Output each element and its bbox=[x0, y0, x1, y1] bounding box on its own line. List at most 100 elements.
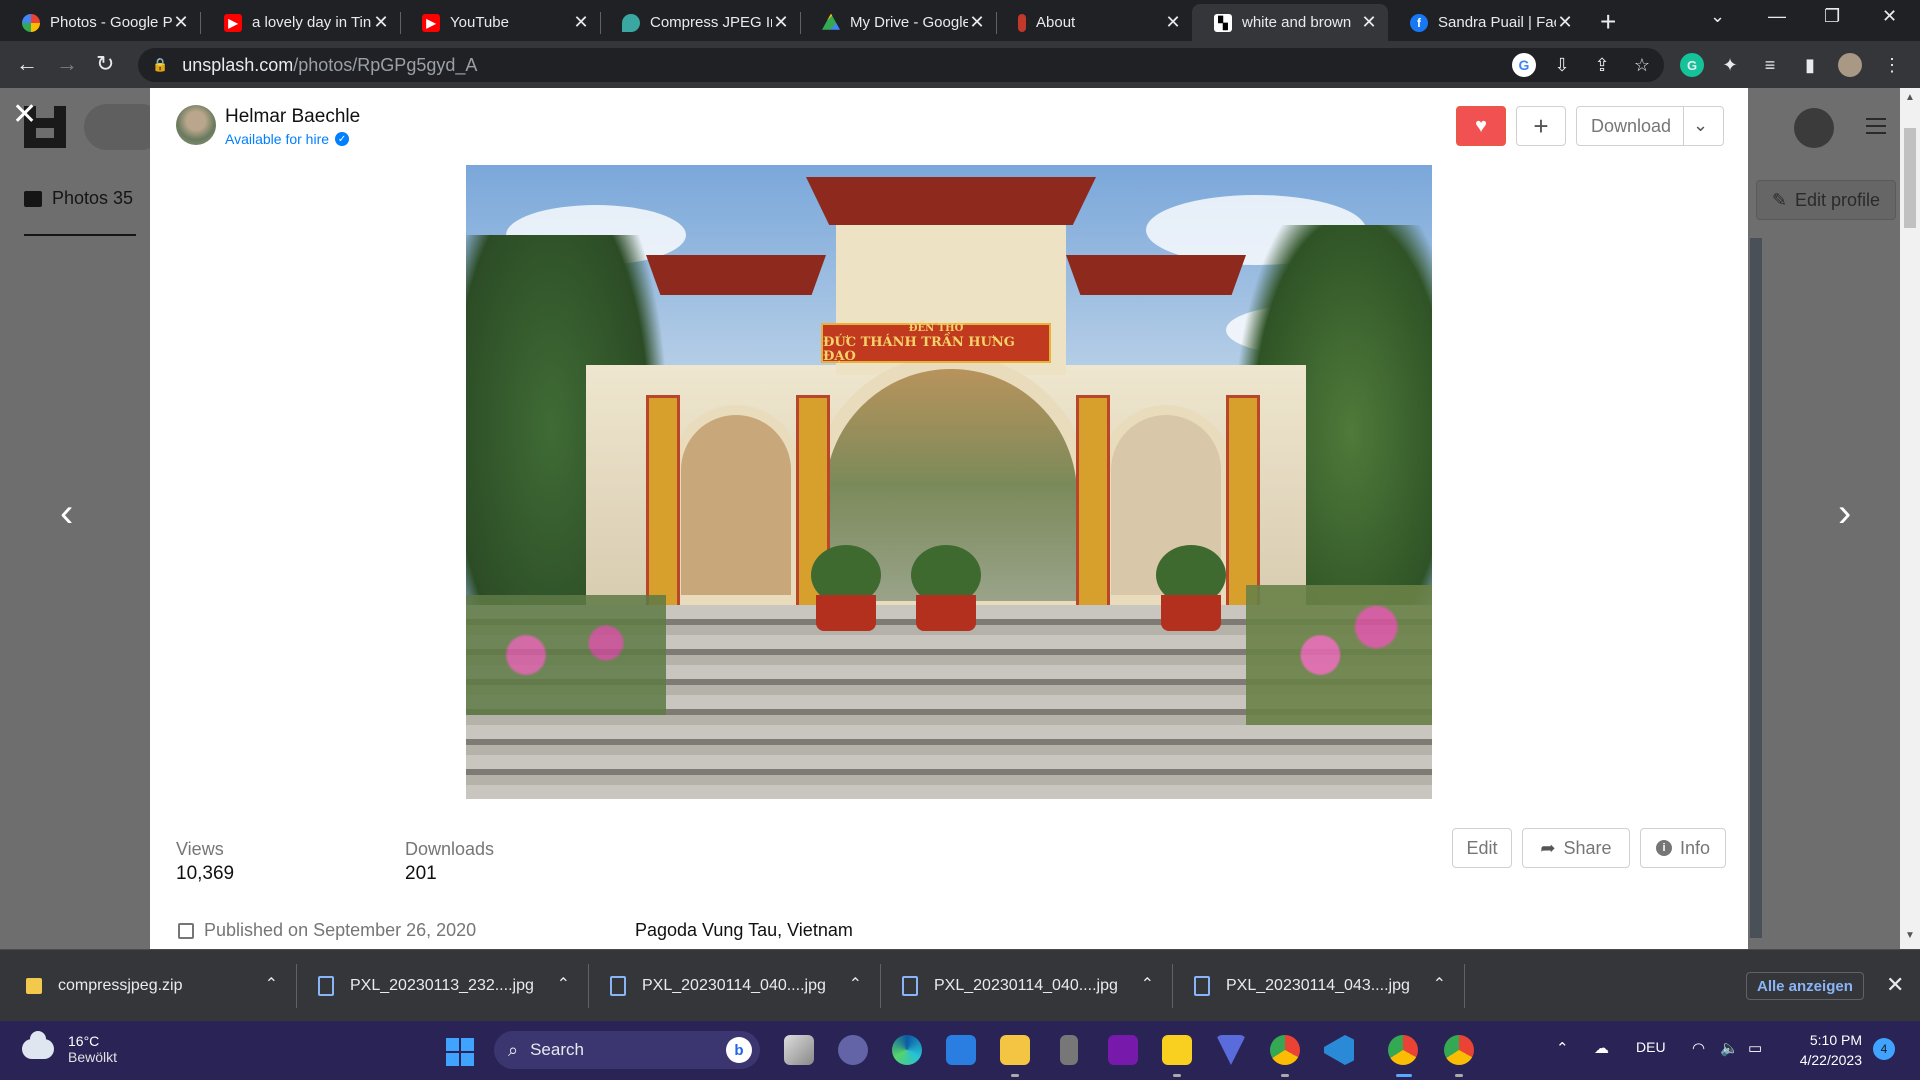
chrome-profile-icon[interactable] bbox=[1270, 1035, 1300, 1065]
back-arrow-icon[interactable]: ← bbox=[16, 51, 38, 77]
previous-photo-arrow-icon[interactable]: ‹ bbox=[60, 493, 73, 533]
chrome-profile-icon[interactable] bbox=[1444, 1035, 1474, 1065]
page-scrollbar[interactable]: ▲ ▼ bbox=[1900, 88, 1920, 949]
edge-browser-icon[interactable] bbox=[892, 1035, 922, 1065]
reading-list-icon[interactable]: ≡ bbox=[1758, 53, 1782, 77]
close-tab-icon[interactable]: ✕ bbox=[1556, 12, 1574, 33]
chevron-up-icon[interactable]: ⌃ bbox=[557, 974, 570, 994]
wifi-icon[interactable]: ◠ bbox=[1692, 1039, 1705, 1057]
download-item[interactable]: PXL_20230114_040....jpg ⌃ bbox=[902, 950, 1172, 1022]
onedrive-cloud-icon[interactable]: ☁ bbox=[1594, 1039, 1609, 1057]
unsplash-icon: ▚ bbox=[1214, 13, 1232, 32]
share-arrow-icon: ➦ bbox=[1540, 837, 1556, 858]
close-modal-icon[interactable]: ✕ bbox=[12, 100, 37, 130]
bookmark-star-icon[interactable]: ☆ bbox=[1630, 53, 1654, 77]
author-name[interactable]: Helmar Baechle bbox=[225, 106, 360, 128]
download-item[interactable]: PXL_20230114_040....jpg ⌃ bbox=[610, 950, 880, 1022]
close-tab-icon[interactable]: ✕ bbox=[772, 12, 790, 33]
download-item[interactable]: compressjpeg.zip ⌃ bbox=[26, 950, 296, 1022]
chevron-up-icon[interactable]: ⌃ bbox=[265, 974, 278, 994]
share-button[interactable]: ➦ Share bbox=[1522, 828, 1630, 868]
next-photo-arrow-icon[interactable]: › bbox=[1838, 493, 1851, 533]
views-value: 10,369 bbox=[176, 863, 235, 884]
extensions-puzzle-icon[interactable]: ✦ bbox=[1718, 53, 1742, 77]
info-icon: i bbox=[1655, 840, 1672, 856]
tab-search-chevron-icon[interactable]: ⌄ bbox=[1710, 6, 1725, 27]
grammarly-icon[interactable]: G bbox=[1680, 53, 1704, 77]
close-shelf-icon[interactable]: ✕ bbox=[1886, 972, 1904, 998]
forward-arrow-icon[interactable]: → bbox=[56, 51, 78, 77]
weather-widget[interactable]: 16°C Bewölkt bbox=[22, 1031, 117, 1065]
teams-chat-icon[interactable] bbox=[838, 1035, 868, 1065]
tab-google-photos[interactable]: Photos - Google P ✕ bbox=[0, 4, 200, 41]
windows-start-button[interactable] bbox=[446, 1038, 474, 1066]
downloads-value: 201 bbox=[405, 863, 437, 884]
photo-location[interactable]: Pagoda Vung Tau, Vietnam bbox=[635, 920, 853, 941]
install-app-icon[interactable]: ⇩ bbox=[1550, 53, 1574, 77]
sticky-notes-icon[interactable] bbox=[1162, 1035, 1192, 1065]
chevron-down-icon[interactable]: ⌄ bbox=[1693, 115, 1708, 136]
side-panel-icon[interactable]: ▮ bbox=[1798, 53, 1822, 77]
info-button[interactable]: i Info bbox=[1640, 828, 1726, 868]
browser-toolbar: ← → ↻ 🔒 unsplash.com/photos/RpGPg5gyd_A … bbox=[0, 41, 1920, 88]
photo-modal: Helmar Baechle Available for hire ✓ ♥ + … bbox=[150, 88, 1748, 949]
close-window-icon[interactable]: ✕ bbox=[1882, 6, 1897, 27]
task-view-icon[interactable] bbox=[784, 1035, 814, 1065]
views-label: Views bbox=[176, 839, 224, 859]
google-lens-icon[interactable]: G bbox=[1512, 53, 1536, 77]
vpn-app-icon[interactable] bbox=[1216, 1035, 1246, 1065]
address-bar[interactable]: 🔒 unsplash.com/photos/RpGPg5gyd_A bbox=[138, 48, 1664, 82]
voice-recorder-icon[interactable] bbox=[1060, 1035, 1078, 1065]
volume-icon[interactable]: 🔈 bbox=[1720, 1039, 1739, 1057]
download-item[interactable]: PXL_20230113_232....jpg ⌃ bbox=[318, 950, 588, 1022]
chevron-up-icon[interactable]: ⌃ bbox=[849, 974, 862, 994]
close-tab-icon[interactable]: ✕ bbox=[1360, 12, 1378, 33]
tab-about[interactable]: About ✕ bbox=[996, 4, 1192, 41]
download-button[interactable]: Download ⌄ bbox=[1576, 106, 1724, 146]
profile-avatar-icon[interactable] bbox=[1838, 53, 1862, 77]
close-tab-icon[interactable]: ✕ bbox=[968, 12, 986, 33]
like-button[interactable]: ♥ bbox=[1456, 106, 1506, 146]
close-tab-icon[interactable]: ✕ bbox=[572, 12, 590, 33]
show-all-downloads-button[interactable]: Alle anzeigen bbox=[1746, 972, 1864, 1000]
tab-white-and-brown[interactable]: ▚ white and brown ✕ bbox=[1192, 4, 1388, 41]
onenote-icon[interactable] bbox=[1108, 1035, 1138, 1065]
tab-compress-jpeg[interactable]: Compress JPEG Im ✕ bbox=[600, 4, 800, 41]
author-avatar[interactable] bbox=[176, 105, 216, 145]
taskbar-search[interactable]: ⌕ Search b bbox=[494, 1031, 760, 1069]
chevron-up-icon[interactable]: ⌃ bbox=[1433, 974, 1446, 994]
tab-youtube[interactable]: ▶ YouTube ✕ bbox=[400, 4, 600, 41]
input-language[interactable]: DEU bbox=[1636, 1039, 1666, 1055]
minimize-icon[interactable]: — bbox=[1768, 6, 1786, 27]
tab-my-drive[interactable]: My Drive - Google ✕ bbox=[800, 4, 996, 41]
tab-facebook[interactable]: f Sandra Puail | Fac ✕ bbox=[1388, 4, 1584, 41]
chevron-up-icon[interactable]: ⌃ bbox=[1141, 974, 1154, 994]
image-file-icon bbox=[1194, 976, 1210, 996]
main-photo[interactable]: ĐỀN THỜ ĐỨC THÁNH TRẦN HƯNG ĐẠO bbox=[466, 165, 1432, 799]
close-tab-icon[interactable]: ✕ bbox=[372, 12, 390, 33]
download-item[interactable]: PXL_20230114_043....jpg ⌃ bbox=[1194, 950, 1464, 1022]
bing-icon: b bbox=[726, 1037, 752, 1063]
notification-badge[interactable]: 4 bbox=[1873, 1038, 1895, 1060]
edit-button[interactable]: Edit bbox=[1452, 828, 1512, 868]
battery-icon[interactable]: ▭ bbox=[1748, 1039, 1762, 1057]
share-page-icon[interactable]: ⇪ bbox=[1590, 53, 1614, 77]
vscode-icon[interactable] bbox=[1324, 1035, 1354, 1065]
show-hidden-icons-chevron-icon[interactable]: ⌃ bbox=[1556, 1039, 1569, 1057]
mail-icon[interactable] bbox=[946, 1035, 976, 1065]
google-drive-icon bbox=[822, 13, 840, 30]
new-tab-button[interactable]: + bbox=[1600, 8, 1616, 36]
image-file-icon bbox=[318, 976, 334, 996]
system-clock[interactable]: 5:10 PM 4/22/2023 bbox=[1786, 1030, 1862, 1070]
facebook-icon: f bbox=[1410, 13, 1428, 32]
reload-icon[interactable]: ↻ bbox=[96, 51, 114, 77]
add-to-collection-button[interactable]: + bbox=[1516, 106, 1566, 146]
browser-menu-icon[interactable]: ⋮ bbox=[1880, 53, 1904, 77]
tab-lovely-day[interactable]: ▶ a lovely day in Tin ✕ bbox=[200, 4, 400, 41]
available-for-hire-link[interactable]: Available for hire ✓ bbox=[225, 131, 350, 147]
restore-icon[interactable]: ❐ bbox=[1824, 6, 1840, 27]
file-explorer-icon[interactable] bbox=[1000, 1035, 1030, 1065]
chrome-icon[interactable] bbox=[1388, 1035, 1418, 1065]
close-tab-icon[interactable]: ✕ bbox=[1164, 12, 1182, 33]
close-tab-icon[interactable]: ✕ bbox=[172, 12, 190, 33]
